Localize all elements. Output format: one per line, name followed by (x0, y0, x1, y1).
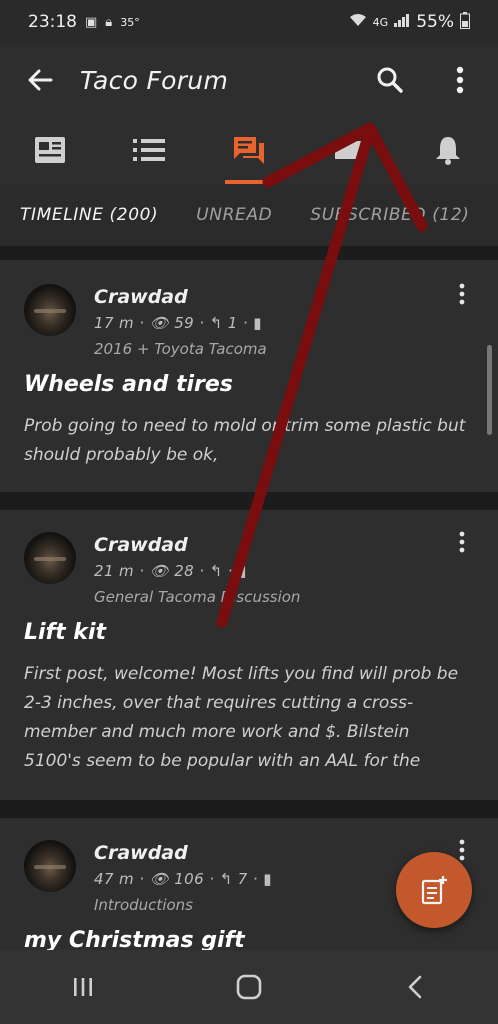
battery-icon (460, 11, 470, 33)
recents-icon (74, 978, 92, 996)
avatar[interactable] (24, 532, 76, 584)
more-vert-icon (459, 531, 465, 553)
view-count: 59 (174, 314, 195, 332)
post-excerpt[interactable]: First post, welcome! Most lifts you find… (24, 660, 468, 778)
search-button[interactable] (366, 56, 414, 104)
post-menu-button[interactable] (452, 528, 472, 556)
bookmark-icon: ▮ (238, 562, 247, 580)
post-title[interactable]: Wheels and tires (24, 372, 233, 397)
tab-list[interactable] (100, 116, 200, 184)
eye-icon: 👁︎ (149, 870, 170, 888)
bookmark-icon: ▮ (253, 314, 262, 332)
post-category[interactable]: General Tacoma Discussion (94, 588, 300, 606)
forum-icon (233, 137, 264, 164)
post-time: 47 m (94, 870, 135, 888)
battery-percent: 55% (416, 12, 454, 32)
reply-count: 1 (227, 314, 238, 332)
new-topic-button[interactable] (396, 852, 472, 928)
list-icon (133, 139, 166, 161)
search-icon (377, 67, 403, 93)
more-vert-icon (459, 839, 465, 861)
tab-notifications[interactable] (398, 116, 498, 184)
post-meta: 17 m · 👁︎ 59 · ↰ 1 · ▮ (94, 314, 262, 332)
topic-feed: Crawdad 17 m · 👁︎ 59 · ↰ 1 · ▮ 2016 + To… (0, 246, 498, 950)
view-count: 28 (174, 562, 195, 580)
avatar[interactable] (24, 284, 76, 336)
tab-unread[interactable]: UNREAD (196, 205, 272, 225)
view-count: 106 (174, 870, 205, 888)
more-vert-icon (459, 283, 465, 305)
tab-subscribed[interactable]: SUBSCRIBED (12) (310, 205, 469, 225)
recents-button[interactable] (43, 957, 123, 1017)
status-bar: 23:18 ▣ 🔒︎ 35° 4G 55% (0, 0, 498, 44)
more-vert-icon (456, 66, 464, 94)
tab-forum[interactable] (199, 116, 299, 184)
reply-icon: ↰ (209, 314, 223, 332)
home-icon (236, 974, 262, 1000)
post-time: 17 m (94, 314, 135, 332)
eye-icon: 👁︎ (149, 562, 170, 580)
post-excerpt[interactable]: Prob going to need to mold or trim some … (24, 412, 468, 470)
reply-count: 7 (237, 870, 248, 888)
post-meta: 21 m · 👁︎ 28 · ↰ · ▮ (94, 562, 247, 580)
username[interactable]: Crawdad (94, 534, 188, 556)
tab-news[interactable] (0, 116, 100, 184)
eye-icon: 👁︎ (149, 314, 170, 332)
post-menu-button[interactable] (452, 280, 472, 308)
app-bar: Taco Forum (0, 44, 498, 116)
back-icon (408, 975, 422, 999)
post-meta: 47 m · 👁︎ 106 · ↰ 7 · ▮ (94, 870, 272, 888)
back-button[interactable] (0, 44, 80, 116)
screen: 23:18 ▣ 🔒︎ 35° 4G 55% Taco Forum TIMELIN… (0, 0, 498, 1024)
app-title: Taco Forum (80, 65, 229, 95)
article-icon (34, 137, 65, 163)
topic-card[interactable]: Crawdad 17 m · 👁︎ 59 · ↰ 1 · ▮ 2016 + To… (0, 260, 498, 492)
topic-card[interactable]: Crawdad 21 m · 👁︎ 28 · ↰ · ▮ General Tac… (0, 510, 498, 800)
tab-messages[interactable] (299, 116, 399, 184)
temperature: 35° (120, 15, 140, 29)
nav-back-button[interactable] (375, 957, 455, 1017)
post-category[interactable]: 2016 + Toyota Tacoma (94, 340, 267, 358)
tab-timeline[interactable]: TIMELINE (200) (20, 205, 158, 225)
scrollbar[interactable] (487, 345, 492, 435)
network-type: 4G (372, 15, 389, 29)
bell-icon (436, 137, 461, 165)
compose-icon (421, 876, 447, 905)
post-category[interactable]: Introductions (94, 896, 193, 914)
post-title[interactable]: Lift kit (24, 620, 106, 645)
wifi-icon (349, 13, 367, 31)
filter-tabs: TIMELINE (200) UNREAD SUBSCRIBED (12) (0, 184, 498, 246)
lock-icon: 🔒︎ (105, 14, 113, 30)
bookmark-icon: ▮ (263, 870, 272, 888)
post-time: 21 m (94, 562, 135, 580)
section-tabs (0, 116, 498, 184)
username[interactable]: Crawdad (94, 286, 188, 308)
clock: 23:18 (28, 12, 77, 32)
system-nav-bar (0, 950, 498, 1024)
reply-icon: ↰ (209, 562, 223, 580)
home-button[interactable] (209, 957, 289, 1017)
username[interactable]: Crawdad (94, 842, 188, 864)
more-options-button[interactable] (440, 56, 480, 104)
message-icon (334, 141, 363, 159)
avatar[interactable] (24, 840, 76, 892)
post-title[interactable]: my Christmas gift (24, 928, 245, 950)
reply-icon: ↰ (219, 870, 233, 888)
back-arrow-icon (28, 69, 53, 91)
gallery-icon: ▣ (85, 14, 98, 30)
signal-icon (394, 13, 410, 31)
